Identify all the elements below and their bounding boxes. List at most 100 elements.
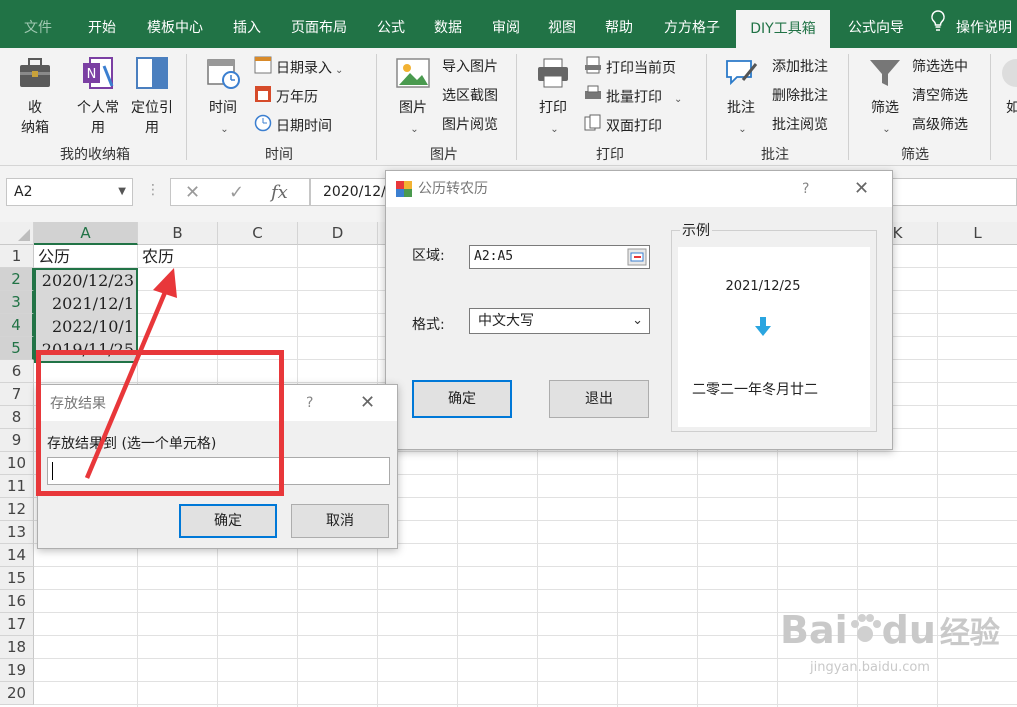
tab-help[interactable]: 帮助 [594, 0, 644, 48]
row-header-6[interactable]: 6 [0, 360, 34, 383]
row-header-14[interactable]: 14 [0, 544, 34, 567]
row-header-15[interactable]: 15 [0, 567, 34, 590]
printer-icon [530, 56, 576, 96]
enter-icon[interactable]: ✓ [229, 182, 244, 203]
lunar-dialog-titlebar[interactable]: 公历转农历 ? ✕ [386, 171, 892, 207]
comment-button[interactable]: 批注 ⌄ [718, 56, 764, 140]
drag-handle-icon[interactable]: ⋮ [146, 182, 160, 198]
row-header-2[interactable]: 2 [0, 268, 34, 291]
lunar-ok-button[interactable]: 确定 [412, 380, 512, 418]
cell-A4[interactable]: 2022/10/1 [34, 315, 138, 338]
batch-print-button[interactable]: 批量打印 ⌄ [584, 85, 682, 107]
result-cancel-button[interactable]: 取消 [291, 504, 389, 538]
duplex-print-button[interactable]: 双面打印 [584, 114, 662, 136]
print-button[interactable]: 打印 ⌄ [530, 56, 576, 140]
partial-ribbon-button[interactable]: 如 [998, 56, 1017, 118]
tab-data[interactable]: 数据 [423, 0, 473, 48]
cell-A1[interactable]: 公历 [34, 245, 138, 268]
row-header-9[interactable]: 9 [0, 429, 34, 452]
row-header-3[interactable]: 3 [0, 291, 34, 314]
cell-A2[interactable]: 2020/12/23 [34, 269, 138, 292]
row-header-13[interactable]: 13 [0, 521, 34, 544]
storage-box-button[interactable]: 收 纳箱 [10, 56, 60, 138]
column-header-L[interactable]: L [938, 222, 1017, 245]
cell-B1[interactable]: 农历 [138, 245, 218, 268]
tab-formula-wizard[interactable]: 公式向导 [836, 0, 916, 48]
ribbon-tab-bar: 文件 开始 模板中心 插入 页面布局 公式 数据 审阅 视图 帮助 方方格子 D… [0, 0, 1017, 48]
avatar-icon [998, 56, 1017, 96]
delete-comment-button[interactable]: 删除批注 [772, 85, 828, 107]
column-header-D[interactable]: D [298, 222, 378, 245]
personal-common-button[interactable]: N 个人常 用 [72, 56, 124, 138]
row-header-20[interactable]: 20 [0, 682, 34, 705]
add-comment-label: 添加批注 [772, 59, 828, 75]
print-current-page-button[interactable]: 打印当前页 [584, 56, 676, 78]
tab-fangfang-gezi[interactable]: 方方格子 [652, 0, 732, 48]
help-button[interactable]: ? [802, 171, 809, 207]
tab-diy-toolbox[interactable]: DIY工具箱 [736, 10, 830, 48]
import-picture-button[interactable]: 导入图片 [442, 56, 498, 78]
picture-viewer-button[interactable]: 图片阅览 [442, 114, 498, 136]
row-header-18[interactable]: 18 [0, 636, 34, 659]
row-header-7[interactable]: 7 [0, 383, 34, 406]
picture-button[interactable]: 图片 ⌄ [390, 56, 436, 140]
picture-label: 图片 [399, 100, 427, 116]
view-comment-button[interactable]: 批注阅览 [772, 114, 828, 136]
column-header-A[interactable]: A [34, 222, 138, 245]
paw-icon [848, 611, 882, 655]
filter-selected-button[interactable]: 筛选选中 [912, 56, 968, 78]
tab-review[interactable]: 审阅 [481, 0, 531, 48]
row-header-8[interactable]: 8 [0, 406, 34, 429]
selection-screenshot-button[interactable]: 选区截图 [442, 85, 498, 107]
row-header-5[interactable]: 5 [0, 337, 34, 360]
locate-reference-button[interactable]: 定位引 用 [126, 56, 178, 138]
filter-button[interactable]: 筛选 ⌄ [862, 56, 908, 140]
tab-file[interactable]: 文件 [10, 0, 66, 48]
result-ok-button[interactable]: 确定 [179, 504, 277, 538]
group-label-comment: 批注 [761, 147, 789, 163]
selection-screenshot-label: 选区截图 [442, 88, 498, 104]
clear-filter-button[interactable]: 清空筛选 [912, 85, 968, 107]
name-box[interactable]: A2 ▼ [6, 178, 133, 206]
chevron-down-icon: ⌄ [738, 124, 747, 135]
column-header-C[interactable]: C [218, 222, 298, 245]
tab-view[interactable]: 视图 [537, 0, 587, 48]
row-header-11[interactable]: 11 [0, 475, 34, 498]
row-header-12[interactable]: 12 [0, 498, 34, 521]
date-entry-button[interactable]: 日期录入 ⌄ [254, 56, 343, 78]
chevron-down-icon: ⌄ [410, 124, 419, 135]
tab-page-layout[interactable]: 页面布局 [280, 0, 358, 48]
row-header-19[interactable]: 19 [0, 659, 34, 682]
column-header-B[interactable]: B [138, 222, 218, 245]
advanced-filter-button[interactable]: 高级筛选 [912, 114, 968, 136]
row-header-1[interactable]: 1 [0, 245, 34, 268]
time-button[interactable]: 时间 ⌄ [200, 56, 246, 140]
close-icon[interactable]: ✕ [854, 171, 869, 207]
close-icon[interactable]: ✕ [360, 385, 375, 421]
duplex-print-label: 双面打印 [606, 118, 662, 135]
cell-A3[interactable]: 2021/12/1 [34, 292, 138, 315]
lunar-exit-button[interactable]: 退出 [549, 380, 649, 418]
tab-tell-me[interactable]: 操作说明 [930, 0, 1017, 48]
tab-insert[interactable]: 插入 [222, 0, 272, 48]
row-header-4[interactable]: 4 [0, 314, 34, 337]
row-header-17[interactable]: 17 [0, 613, 34, 636]
range-field[interactable]: A2:A5 [469, 245, 650, 269]
tab-home[interactable]: 开始 [74, 0, 130, 48]
date-grid-icon [254, 56, 272, 81]
range-picker-icon[interactable] [627, 248, 647, 274]
add-comment-button[interactable]: 添加批注 [772, 56, 828, 78]
tab-template-center[interactable]: 模板中心 [136, 0, 214, 48]
help-button[interactable]: ? [306, 385, 313, 421]
insert-function-icon[interactable]: fx [271, 182, 288, 203]
date-time-button[interactable]: 日期时间 [254, 114, 332, 136]
tab-formulas[interactable]: 公式 [366, 0, 416, 48]
cancel-icon[interactable]: ✕ [185, 182, 200, 203]
format-select[interactable]: 中文大写 ⌄ [469, 308, 650, 334]
ribbon-panel: 收 纳箱 N 个人常 用 定位引 用 我的收纳箱 时间 ⌄ 日期录入 ⌄ 万年历 … [0, 48, 1017, 166]
row-header-16[interactable]: 16 [0, 590, 34, 613]
perpetual-calendar-button[interactable]: 万年历 [254, 85, 318, 107]
row-header-10[interactable]: 10 [0, 452, 34, 475]
select-all-corner[interactable] [0, 222, 34, 245]
group-separator [516, 54, 517, 160]
